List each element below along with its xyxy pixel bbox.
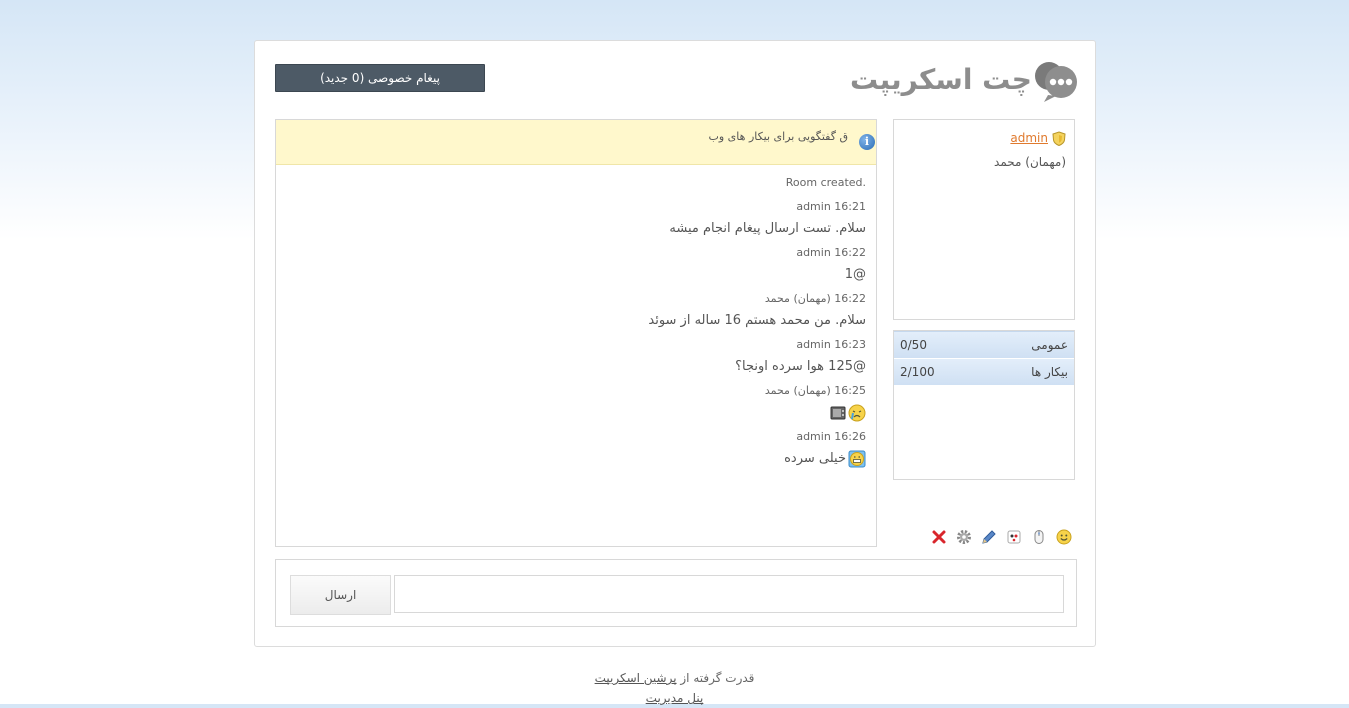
message-header: 16:26 admin <box>286 429 866 445</box>
message-body <box>286 403 866 423</box>
message-sender[interactable]: admin <box>796 200 830 213</box>
message-sender[interactable]: admin <box>796 338 830 351</box>
powered-by-line: قدرت گرفته از پرشین اسکریپت <box>0 668 1349 688</box>
message-text: سلام. تست ارسال پیغام انجام میشه <box>669 221 866 236</box>
room-name: بیکار ها <box>1031 365 1068 379</box>
room-topic-text: ق گفتگویی برای بیکار های وب <box>708 130 848 143</box>
admin-panel-link[interactable]: پنل مدیریت <box>646 691 704 705</box>
tv-emoticon <box>830 406 846 420</box>
chat-message: 16:21 admin سلام. تست ارسال پیغام انجام … <box>286 199 866 239</box>
chat-message: 16:26 admin خیلی سرده <box>286 429 866 469</box>
room-count: 2/100 <box>900 365 935 379</box>
message-list: Room created. 16:21 admin سلام. تست ارسا… <box>276 165 876 469</box>
message-time: 16:22 <box>834 246 866 259</box>
powered-by-link[interactable]: پرشین اسکریپت <box>595 671 677 685</box>
room-topic-bar: i ق گفتگویی برای بیکار های وب <box>276 120 876 165</box>
message-text: سلام. من محمد هستم 16 ساله از سوئد <box>648 313 866 328</box>
message-time: 16:21 <box>834 200 866 213</box>
message-text: خیلی سرده <box>784 451 846 466</box>
emoticon-picker-icon[interactable] <box>1006 529 1022 545</box>
room-item-general[interactable]: عمومی 0/50 <box>894 331 1074 359</box>
smiley-icon[interactable] <box>1056 529 1072 545</box>
message-time: 16:23 <box>834 338 866 351</box>
message-header: 16:25 (مهمان) محمد <box>286 383 866 399</box>
message-compose-area: ارسال <box>275 559 1077 627</box>
message-text: @125 هوا سرده اونجا؟ <box>735 359 866 374</box>
message-sender[interactable]: (مهمان) محمد <box>765 384 831 397</box>
room-name: عمومی <box>1031 338 1068 352</box>
message-header: 16:22 (مهمان) محمد <box>286 291 866 307</box>
chat-messages-panel[interactable]: i ق گفتگویی برای بیکار های وب Room creat… <box>275 119 877 547</box>
send-button[interactable]: ارسال <box>290 575 391 615</box>
system-message-text: Room created. <box>785 176 866 189</box>
chat-container: چت اسکریپت پیغام خصوصی (0 جدید) admin (م… <box>254 40 1096 647</box>
message-text: @1 <box>844 267 866 282</box>
system-message: Room created. <box>286 175 866 191</box>
site-logo: چت اسکریپت <box>850 59 1077 105</box>
message-header: 16:22 admin <box>286 245 866 261</box>
user-name-admin[interactable]: admin <box>1010 126 1048 150</box>
shield-icon <box>1052 130 1066 146</box>
close-icon[interactable] <box>931 529 947 545</box>
info-icon: i <box>859 134 875 150</box>
chat-message: 16:22 admin @1 <box>286 245 866 285</box>
powered-by-text: قدرت گرفته از <box>680 671 755 685</box>
grin-emoticon <box>848 450 866 468</box>
pencil-icon[interactable] <box>981 529 997 545</box>
room-count: 0/50 <box>900 338 927 352</box>
settings-gear-icon[interactable] <box>956 529 972 545</box>
message-header: 16:23 admin <box>286 337 866 353</box>
crying-emoticon <box>848 404 866 422</box>
message-time: 16:25 <box>834 384 866 397</box>
chat-message: 16:23 admin @125 هوا سرده اونجا؟ <box>286 337 866 377</box>
user-item-admin[interactable]: admin <box>894 126 1074 150</box>
logo-text: چت اسکریپت <box>850 63 1033 96</box>
rooms-list: عمومی 0/50 بیکار ها 2/100 <box>893 330 1075 480</box>
chat-toolbar <box>931 529 1072 547</box>
message-input[interactable] <box>394 575 1064 613</box>
room-item-idle[interactable]: بیکار ها 2/100 <box>894 359 1074 386</box>
message-sender[interactable]: admin <box>796 246 830 259</box>
online-users-list: admin (مهمان) محمد <box>893 119 1075 320</box>
message-header: 16:21 admin <box>286 199 866 215</box>
chat-message: 16:25 (مهمان) محمد <box>286 383 866 423</box>
chat-message: 16:22 (مهمان) محمد سلام. من محمد هستم 16… <box>286 291 866 331</box>
user-item-guest[interactable]: (مهمان) محمد <box>894 150 1074 174</box>
private-messages-button[interactable]: پیغام خصوصی (0 جدید) <box>275 64 485 92</box>
message-sender[interactable]: (مهمان) محمد <box>765 292 831 305</box>
chat-bubbles-logo-icon <box>1035 62 1077 102</box>
user-name-guest[interactable]: (مهمان) محمد <box>994 150 1066 174</box>
admin-panel-line: پنل مدیریت <box>0 688 1349 708</box>
mouse-icon[interactable] <box>1031 529 1047 545</box>
message-time: 16:22 <box>834 292 866 305</box>
message-sender[interactable]: admin <box>796 430 830 443</box>
message-time: 16:26 <box>834 430 866 443</box>
message-body: خیلی سرده <box>286 449 866 469</box>
page-footer: قدرت گرفته از پرشین اسکریپت پنل مدیریت <box>0 668 1349 708</box>
